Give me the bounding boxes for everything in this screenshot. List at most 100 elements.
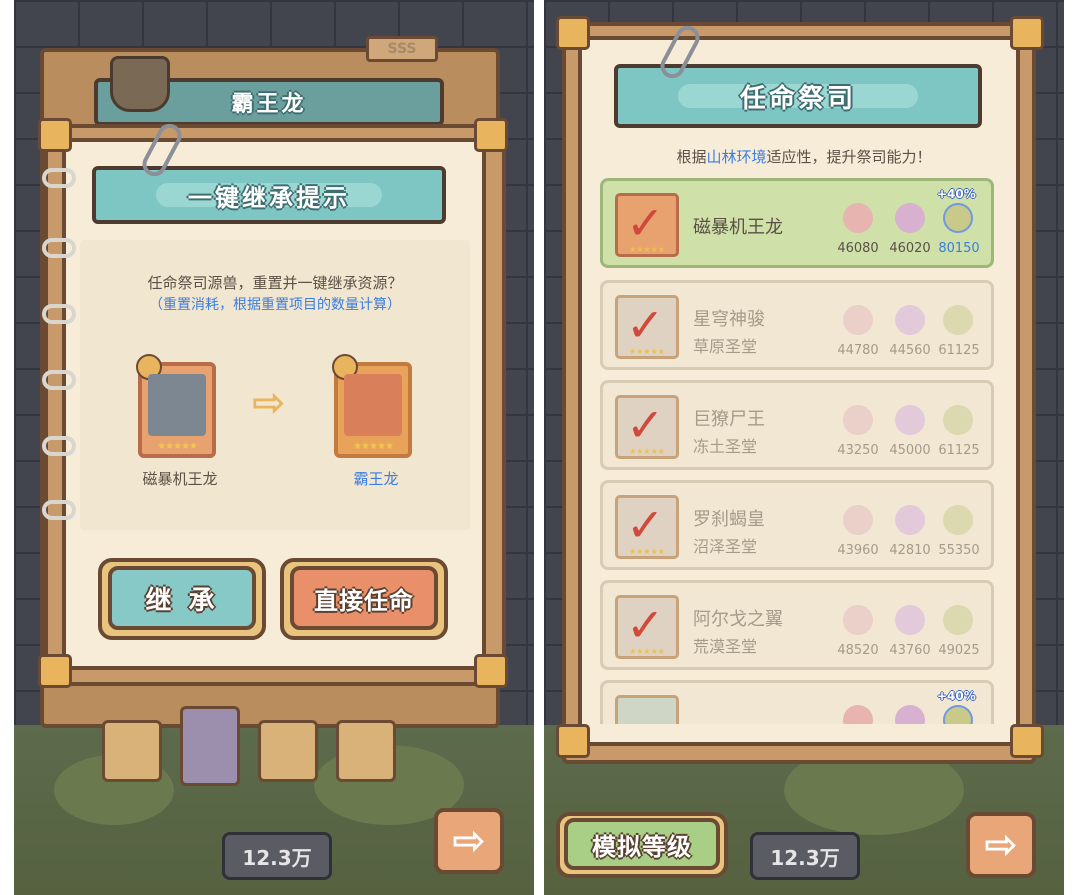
dialog-message: 任命祭司源兽，重置并一键继承资源？ <box>147 274 403 292</box>
dialog-note: （重置消耗，根据重置项目的数量计算） <box>149 297 401 313</box>
beast-thumbnail: ✓ ★★★★★ <box>615 295 679 359</box>
list-item-partial[interactable]: +40% <box>600 680 994 724</box>
beast-location: 荒漠圣堂 <box>693 637 758 656</box>
source-beast-name: 磁暴机王龙 <box>142 470 218 488</box>
list-item[interactable]: ✓ ★★★★★ 磁暴机王龙 +40% 46080 46020 80150 <box>600 178 994 268</box>
crystal-icon <box>895 605 925 635</box>
crystal-icon <box>895 705 925 724</box>
binder-ring-icon <box>42 304 76 324</box>
resource-value: 61125 <box>938 443 980 458</box>
shell-icon <box>843 203 873 233</box>
tree-stump-icon <box>110 56 170 112</box>
corner-bracket <box>556 16 590 50</box>
check-icon: ✓ <box>626 398 665 452</box>
crystal-icon <box>895 505 925 535</box>
subtitle-prefix: 根据 <box>676 148 707 166</box>
beast-name: 阿尔戈之翼 <box>693 609 783 630</box>
target-beast-name: 霸王龙 <box>353 470 399 488</box>
resource-value: 46020 <box>889 241 931 256</box>
list-subtitle: 根据山林环境适应性，提升祭司能力！ <box>544 146 1064 167</box>
resource-value: 55350 <box>938 543 980 558</box>
slot-4[interactable] <box>336 720 396 782</box>
direct-appoint-button[interactable]: 直接任命 <box>290 566 438 630</box>
transfer-arrow-icon: ⇨ <box>252 380 286 426</box>
resource-value: 46080 <box>837 241 879 256</box>
relic-icon <box>943 505 973 535</box>
background-title: 霸王龙 <box>231 92 307 117</box>
list-item[interactable]: ✓ ★★★★★ 罗刹蝎皇 沼泽圣堂 43960 42810 55350 <box>600 480 994 570</box>
bonus-badge: +40% <box>937 689 976 703</box>
check-icon: ✓ <box>626 196 665 250</box>
source-beast-card: ★★★★★ <box>136 354 216 458</box>
crystal-icon <box>895 305 925 335</box>
shell-icon <box>843 305 873 335</box>
check-icon: ✓ <box>626 498 665 552</box>
binder-ring-icon <box>42 436 76 456</box>
beast-thumbnail: ✓ ★★★★★ <box>615 595 679 659</box>
corner-bracket <box>474 118 508 152</box>
right-screen: 任命祭司 根据山林环境适应性，提升祭司能力！ ✓ ★★★★★ 磁暴机王龙 +40%… <box>544 0 1064 895</box>
beast-location: 草原圣堂 <box>693 337 758 356</box>
resource-value: 43250 <box>837 443 879 458</box>
resource-value: 42810 <box>889 543 931 558</box>
corner-bracket <box>556 724 590 758</box>
next-arrow-button[interactable]: ⇨ <box>434 808 504 874</box>
beast-thumbnail: ✓ ★★★★★ <box>615 395 679 459</box>
currency-counter: 12.3万 <box>750 832 860 880</box>
inherit-button[interactable]: 继 承 <box>108 566 256 630</box>
list-title: 任命祭司 <box>739 83 856 114</box>
resource-value: 43760 <box>889 643 931 658</box>
relic-icon <box>943 405 973 435</box>
beast-thumbnail: ✓ ★★★★★ <box>615 193 679 257</box>
relic-icon <box>943 705 973 724</box>
resource-value: 48520 <box>837 643 879 658</box>
currency-counter: 12.3万 <box>222 832 332 880</box>
simulate-level-button[interactable]: 模拟等级 <box>564 818 720 870</box>
beast-name: 巨獠尸王 <box>693 409 765 430</box>
beast-name: 罗刹蝎皇 <box>693 509 765 530</box>
beast-location: 沼泽圣堂 <box>693 537 758 556</box>
beast-location: 冻土圣堂 <box>693 437 758 456</box>
corner-bracket <box>474 654 508 688</box>
beast-thumbnail: ✓ ★★★★★ <box>615 495 679 559</box>
shell-icon <box>843 405 873 435</box>
next-arrow-button[interactable]: ⇨ <box>966 812 1036 878</box>
binder-ring-icon <box>42 370 76 390</box>
shell-icon <box>843 505 873 535</box>
resource-value: 61125 <box>938 343 980 358</box>
relic-icon <box>943 203 973 233</box>
crystal-icon <box>895 405 925 435</box>
subtitle-suffix: 适应性，提升祭司能力！ <box>766 148 932 166</box>
star-rating: ★★★★★ <box>157 441 198 452</box>
check-icon: ✓ <box>626 298 665 352</box>
left-screen: SSS 霸王龙 一键继承提示 任命祭司源兽，重置并一键继承资源？ （重置消耗，根… <box>14 0 534 895</box>
slot-2[interactable] <box>180 706 240 786</box>
corner-bracket <box>1010 16 1044 50</box>
rank-tag: SSS <box>366 36 438 62</box>
list-item[interactable]: ✓ ★★★★★ 巨獠尸王 冻土圣堂 43250 45000 61125 <box>600 380 994 470</box>
resource-value: 80150 <box>938 241 980 256</box>
target-beast-card: ★★★★★ <box>332 354 412 458</box>
dialog-content: 任命祭司源兽，重置并一键继承资源？ （重置消耗，根据重置项目的数量计算） ★★★… <box>80 240 470 530</box>
corner-bracket <box>1010 724 1044 758</box>
tyrannosaur-portrait <box>344 374 402 436</box>
shell-icon <box>843 605 873 635</box>
check-icon: ✓ <box>626 598 665 652</box>
resource-value: 43960 <box>837 543 879 558</box>
slot-1[interactable] <box>102 720 162 782</box>
binder-ring-icon <box>42 168 76 188</box>
resource-value: 44780 <box>837 343 879 358</box>
environment-highlight: 山林环境 <box>706 148 767 166</box>
list-item[interactable]: ✓ ★★★★★ 星穹神骏 草原圣堂 44780 44560 61125 <box>600 280 994 370</box>
shell-icon <box>843 705 873 724</box>
dialog-title: 一键继承提示 <box>188 183 350 212</box>
resource-value: 44560 <box>889 343 931 358</box>
star-rating: ★★★★★ <box>353 441 394 452</box>
dialog-title-banner: 一键继承提示 <box>92 166 446 224</box>
relic-icon <box>943 305 973 335</box>
binder-ring-icon <box>42 500 76 520</box>
slot-3[interactable] <box>258 720 318 782</box>
resource-value: 49025 <box>938 643 980 658</box>
bonus-badge: +40% <box>937 187 976 201</box>
list-item[interactable]: ✓ ★★★★★ 阿尔戈之翼 荒漠圣堂 48520 43760 49025 <box>600 580 994 670</box>
